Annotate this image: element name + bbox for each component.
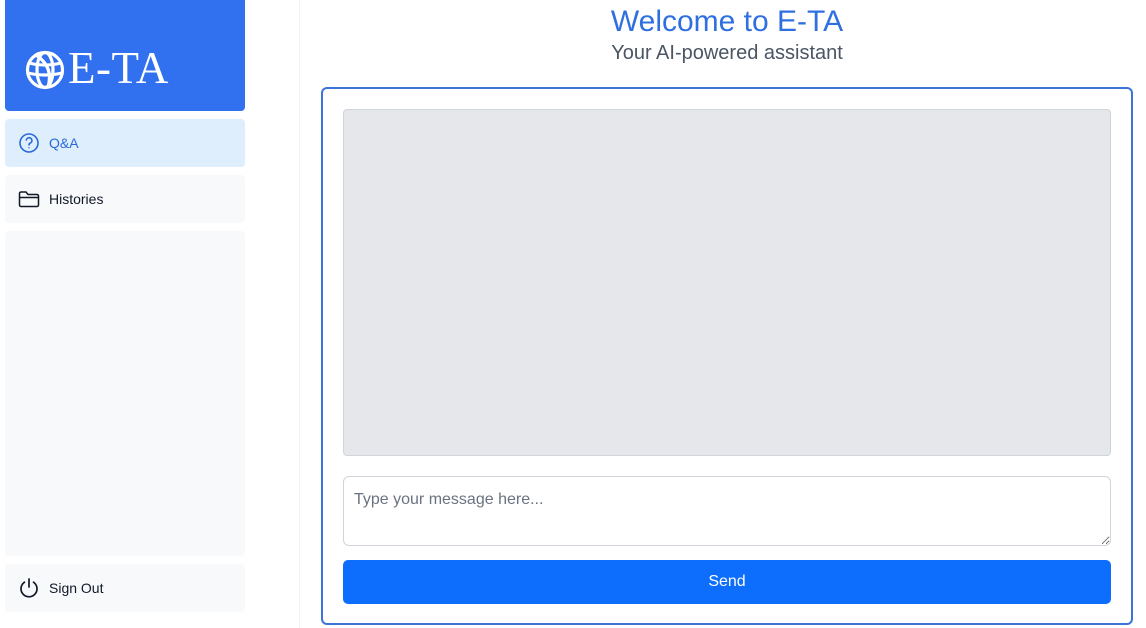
power-icon [18, 577, 40, 599]
chat-panel: Send [321, 87, 1133, 625]
send-button[interactable]: Send [343, 560, 1111, 604]
sidebar-item-label: Q&A [49, 135, 79, 151]
page-subtitle: Your AI-powered assistant [611, 42, 843, 64]
history-list [5, 231, 245, 556]
sign-out-button[interactable]: Sign Out [5, 564, 245, 612]
message-input[interactable] [343, 476, 1111, 546]
folder-icon [18, 188, 40, 210]
message-area[interactable] [343, 109, 1111, 456]
logo-text: E-TA [68, 43, 169, 93]
sidebar-item-label: Histories [49, 191, 104, 207]
main-content: Welcome to E-TA Your AI-powered assistan… [301, 0, 1146, 628]
question-circle-icon [18, 132, 40, 154]
globe-icon [25, 50, 65, 90]
sidebar: E-TA Q&A Histories Sign Out [0, 0, 300, 628]
page-title: Welcome to E-TA [610, 5, 844, 38]
sidebar-item-histories[interactable]: Histories [5, 175, 245, 223]
sidebar-item-qa[interactable]: Q&A [5, 119, 245, 167]
logo[interactable]: E-TA [5, 0, 245, 111]
sign-out-label: Sign Out [49, 580, 104, 596]
